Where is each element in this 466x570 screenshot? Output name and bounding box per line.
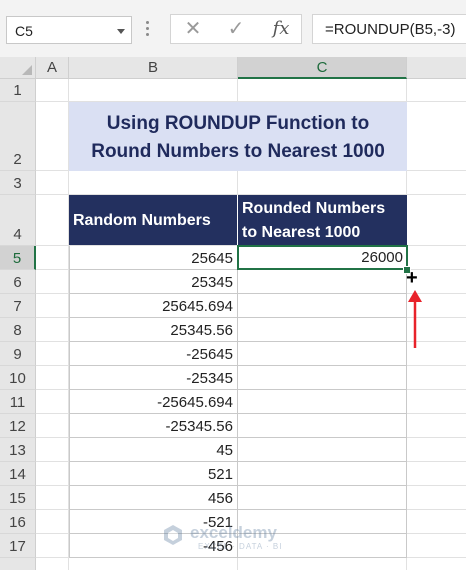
header-rounded-line-1: Rounded Numbers — [242, 200, 386, 217]
cell-c14[interactable] — [238, 462, 407, 486]
cell-b11[interactable]: -25645.694 — [69, 390, 238, 414]
column-header-a[interactable]: A — [36, 57, 69, 79]
crosshair-cursor-icon: + — [406, 267, 418, 289]
header-random-numbers[interactable]: Random Numbers — [69, 195, 238, 245]
chevron-down-icon[interactable] — [117, 29, 125, 34]
header-rounded-line-2: to Nearest 1000 — [242, 224, 361, 241]
row-header-14[interactable]: 14 — [0, 462, 36, 486]
row-header-5[interactable]: 5 — [0, 246, 36, 270]
cell-b6[interactable]: 25345 — [69, 270, 238, 294]
title-line-1: Using ROUNDUP Function to — [106, 113, 370, 134]
row-header-9[interactable]: 9 — [0, 342, 36, 366]
column-header-c[interactable]: C — [238, 57, 407, 79]
title-line-2: Round Numbers to Nearest 1000 — [91, 141, 385, 162]
cell-c7[interactable] — [238, 294, 407, 318]
cell-b10[interactable]: -25345 — [69, 366, 238, 390]
row-header-17[interactable]: 17 — [0, 534, 36, 558]
cell-c6[interactable] — [238, 270, 407, 294]
row-header-11[interactable]: 11 — [0, 390, 36, 414]
exceldemy-logo-icon — [164, 525, 182, 545]
cell-b12[interactable]: -25345.56 — [69, 414, 238, 438]
row-header-18[interactable] — [0, 558, 36, 570]
row-header-2[interactable]: 2 — [0, 102, 36, 171]
cell-b13[interactable]: 45 — [69, 438, 238, 462]
row-header-8[interactable]: 8 — [0, 318, 36, 342]
row-header-3[interactable]: 3 — [0, 171, 36, 195]
watermark: exceldemy EXCEL · DATA · BI — [160, 522, 310, 552]
sheet-title[interactable]: Using ROUNDUP Function to Round Numbers … — [69, 102, 407, 171]
column-header-b[interactable]: B — [69, 57, 238, 79]
cell-c8[interactable] — [238, 318, 407, 342]
cell-b15[interactable]: 456 — [69, 486, 238, 510]
cell-b8[interactable]: 25345.56 — [69, 318, 238, 342]
insert-function-icon[interactable]: fx — [264, 17, 298, 41]
header-rounded-numbers[interactable]: Rounded Numbers to Nearest 1000 — [238, 195, 407, 245]
cell-c11[interactable] — [238, 390, 407, 414]
row-header-4[interactable]: 4 — [0, 195, 36, 246]
cell-b14[interactable]: 521 — [69, 462, 238, 486]
watermark-tagline: EXCEL · DATA · BI — [198, 542, 283, 551]
cell-c15[interactable] — [238, 486, 407, 510]
column-header-d[interactable] — [407, 57, 466, 79]
formula-text: =ROUNDUP(B5,-3) — [325, 21, 456, 38]
active-cell-c5[interactable]: 26000 — [237, 245, 408, 270]
select-all-button[interactable] — [0, 57, 36, 79]
more-options-icon — [146, 21, 150, 37]
row-header-12[interactable]: 12 — [0, 414, 36, 438]
cell-c12[interactable] — [238, 414, 407, 438]
formula-buttons: ✕ ✓ fx — [170, 14, 302, 44]
row-header-7[interactable]: 7 — [0, 294, 36, 318]
row-header-10[interactable]: 10 — [0, 366, 36, 390]
enter-icon[interactable]: ✓ — [219, 17, 253, 41]
row-header-16[interactable]: 16 — [0, 510, 36, 534]
row-header-6[interactable]: 6 — [0, 270, 36, 294]
formula-bar: C5 ✕ ✓ fx =ROUNDUP(B5,-3) — [0, 0, 466, 58]
cell-b7[interactable]: 25645.694 — [69, 294, 238, 318]
cell-b9[interactable]: -25645 — [69, 342, 238, 366]
watermark-name: exceldemy — [190, 523, 277, 542]
row-header-1[interactable]: 1 — [0, 79, 36, 102]
name-box[interactable]: C5 — [6, 16, 132, 44]
cell-b5[interactable]: 25645 — [69, 246, 238, 270]
row-header-13[interactable]: 13 — [0, 438, 36, 462]
cell-c13[interactable] — [238, 438, 407, 462]
cell-c9[interactable] — [238, 342, 407, 366]
up-arrow-icon — [408, 290, 422, 348]
cell-c10[interactable] — [238, 366, 407, 390]
formula-input[interactable]: =ROUNDUP(B5,-3) — [312, 14, 466, 44]
row-header-15[interactable]: 15 — [0, 486, 36, 510]
cancel-icon[interactable]: ✕ — [176, 17, 210, 41]
name-box-value: C5 — [15, 23, 33, 39]
